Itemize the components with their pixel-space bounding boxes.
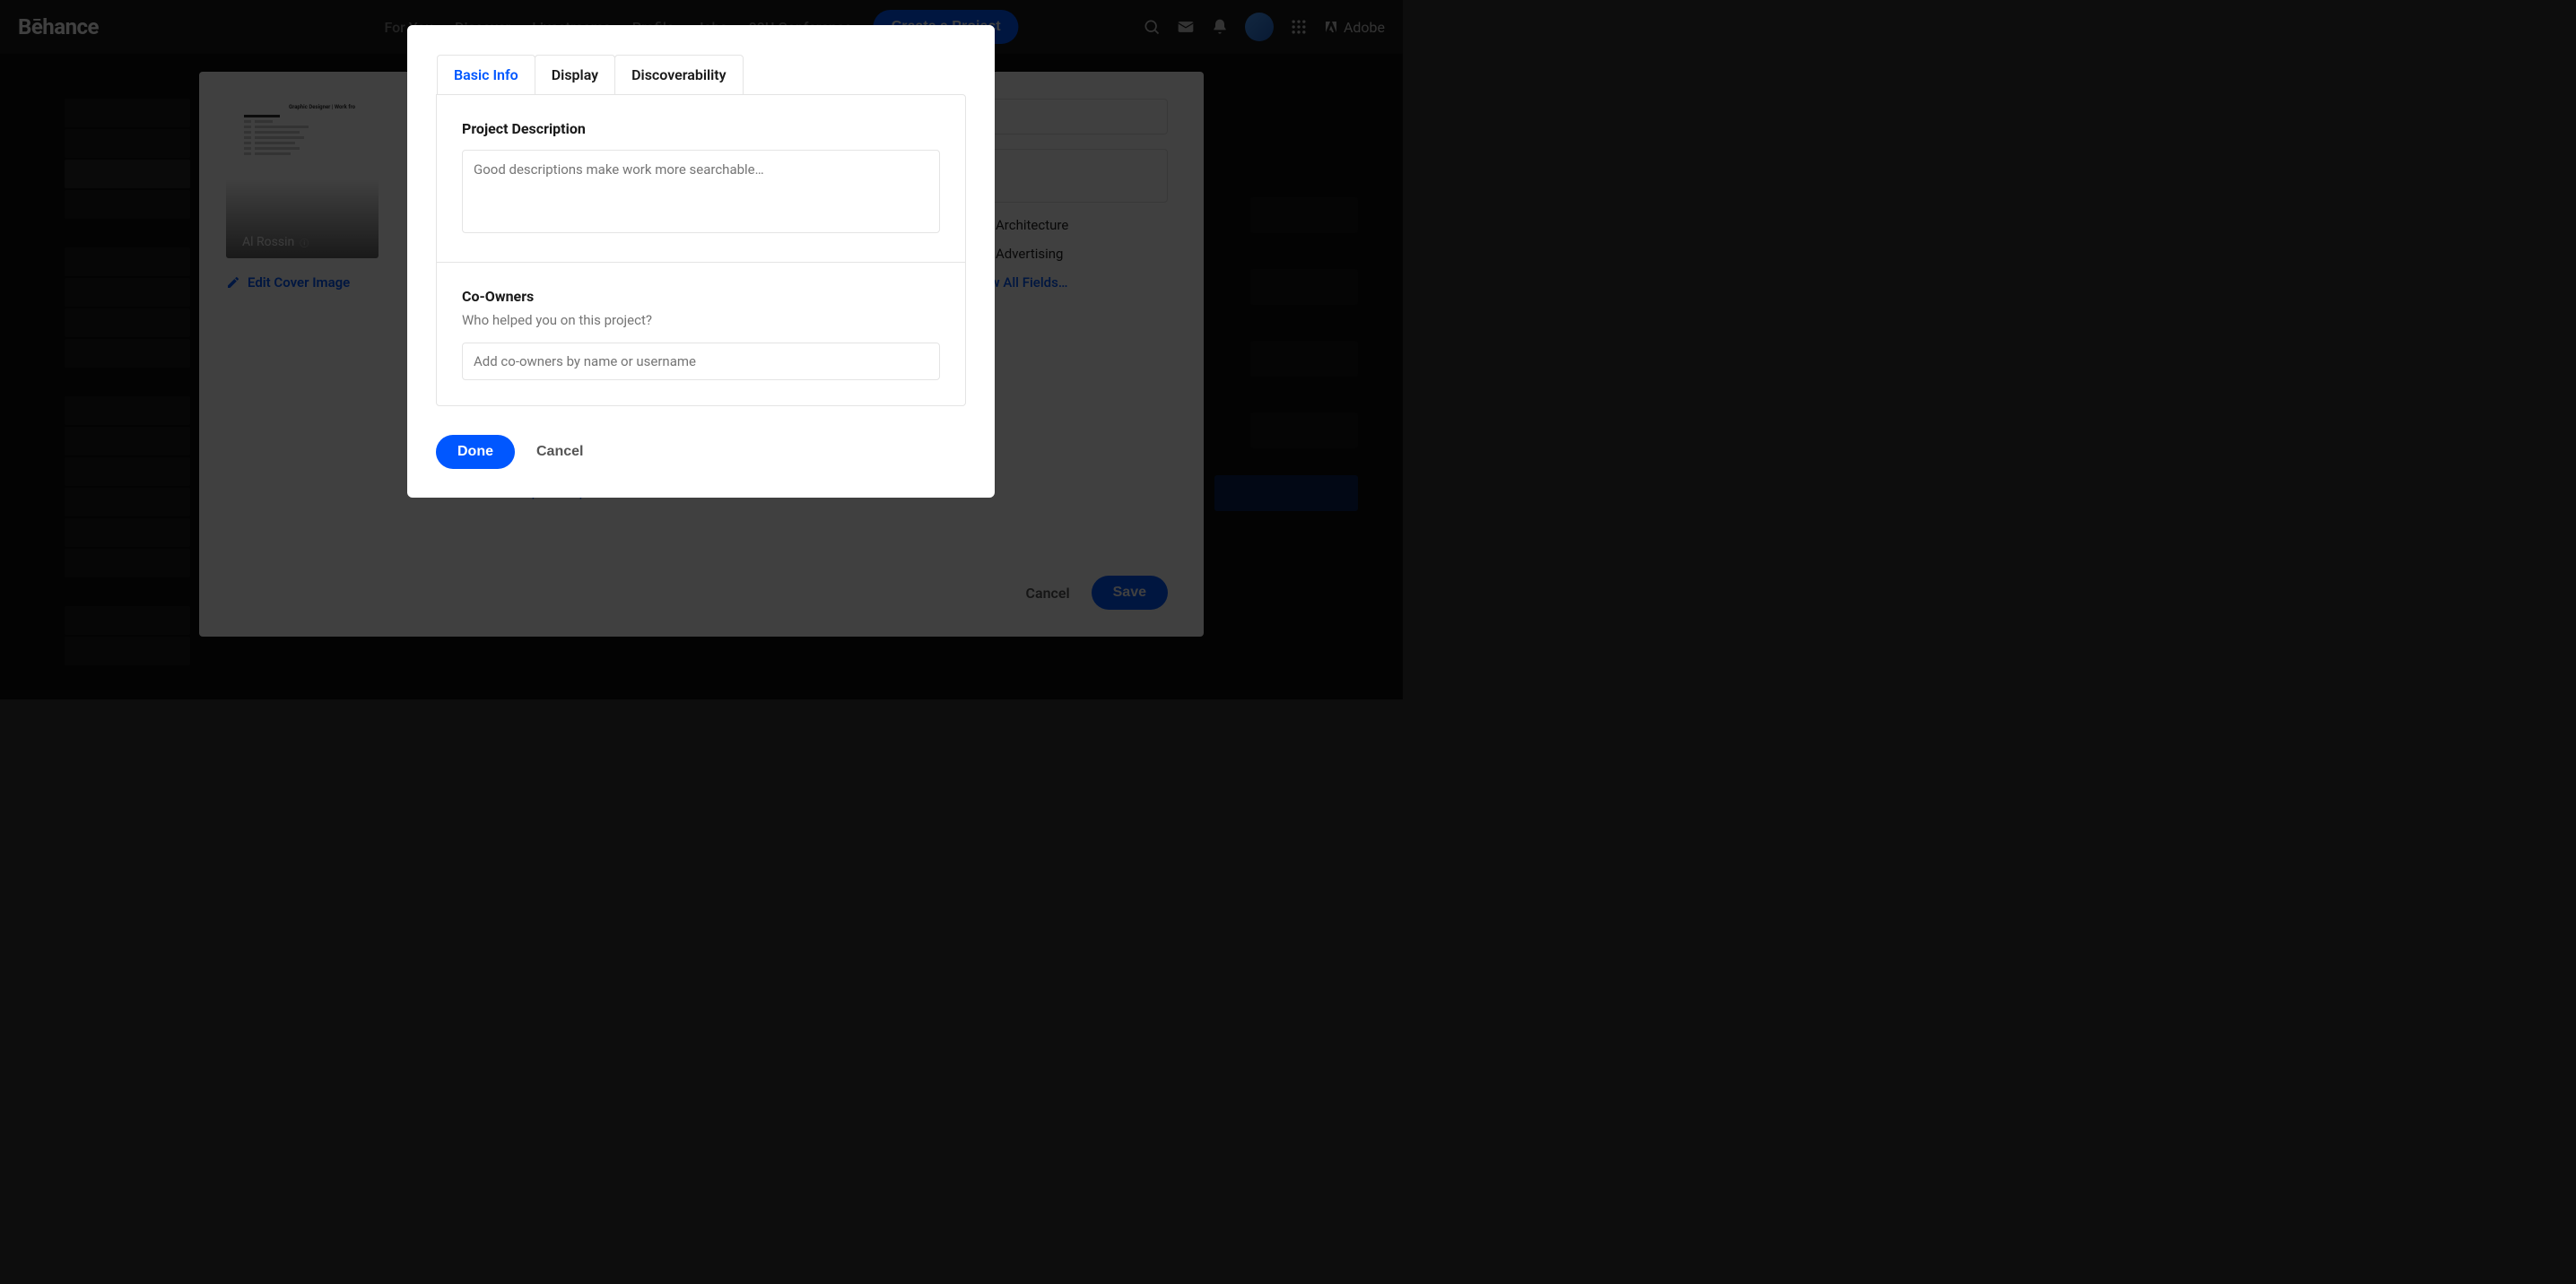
coowners-label: Co-Owners bbox=[462, 288, 940, 305]
cancel-button[interactable]: Cancel bbox=[536, 444, 583, 460]
section-coowners: Co-Owners Who helped you on this project… bbox=[437, 262, 965, 405]
tab-display[interactable]: Display bbox=[535, 55, 615, 94]
coowners-input[interactable] bbox=[462, 343, 940, 380]
coowners-hint: Who helped you on this project? bbox=[462, 312, 940, 328]
description-label: Project Description bbox=[462, 120, 940, 137]
description-textarea[interactable] bbox=[462, 150, 940, 233]
basic-info-modal: Basic Info Display Discoverability Proje… bbox=[407, 25, 995, 498]
tab-discoverability[interactable]: Discoverability bbox=[614, 55, 743, 94]
modal-tabs: Basic Info Display Discoverability bbox=[437, 55, 995, 94]
modal-body: Project Description Co-Owners Who helped… bbox=[436, 94, 966, 406]
tab-basic-info[interactable]: Basic Info bbox=[437, 55, 535, 94]
done-button[interactable]: Done bbox=[436, 435, 515, 469]
section-description: Project Description bbox=[437, 95, 965, 262]
modal-footer: Done Cancel bbox=[407, 406, 995, 498]
